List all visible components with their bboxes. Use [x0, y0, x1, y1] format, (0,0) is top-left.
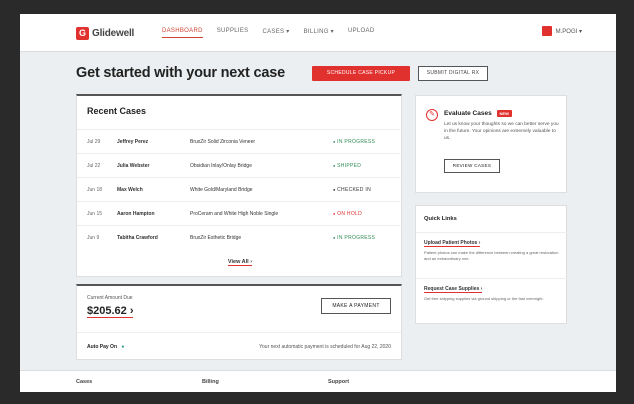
- case-status: IN PROGRESS: [333, 139, 375, 145]
- nav-dashboard[interactable]: DASHBOARD: [162, 28, 203, 38]
- amount-due-value[interactable]: $205.62 ›: [87, 305, 134, 318]
- submit-digital-rx-button[interactable]: SUBMIT DIGITAL RX: [418, 66, 488, 81]
- request-supplies-link[interactable]: Request Case Supplies ›: [424, 286, 483, 293]
- case-status: IN PROGRESS: [333, 235, 375, 241]
- top-navbar: G Glidewell DASHBOARD SUPPLIES CASES ▾ B…: [20, 14, 616, 52]
- nav-billing[interactable]: BILLING ▾: [304, 28, 334, 38]
- case-patient: Tabitha Crawford: [117, 235, 158, 241]
- case-status: CHECKED IN: [333, 187, 371, 193]
- footer-billing[interactable]: Billing: [202, 379, 219, 385]
- case-product: BruxZir Solid Zirconia Veneer: [190, 139, 256, 145]
- case-status: SHIPPED: [333, 163, 361, 169]
- logo-mark-icon: G: [76, 26, 89, 40]
- recent-cases-list: Jul 29 Jeffrey Perez BruxZir Solid Zirco…: [77, 129, 403, 249]
- main-nav: DASHBOARD SUPPLIES CASES ▾ BILLING ▾ UPL…: [162, 28, 374, 38]
- recent-cases-card: Recent Cases Jul 29 Jeffrey Perez BruxZi…: [76, 94, 403, 277]
- case-product: ProCeram and White High Noble Single: [190, 211, 279, 217]
- case-date: Jun 18: [87, 187, 103, 193]
- feedback-icon: ✎: [426, 109, 438, 121]
- case-row[interactable]: Jun 9 Tabitha Crawford BruxZir Esthetic …: [77, 225, 403, 249]
- footer: Cases Billing Support: [20, 370, 616, 392]
- view-all-link[interactable]: View All ›: [227, 259, 253, 266]
- recent-cases-title: Recent Cases: [87, 106, 147, 116]
- case-patient: Julia Webster: [117, 163, 150, 169]
- case-product: White Gold/Maryland Bridge: [190, 187, 253, 193]
- new-badge: NEW: [496, 110, 512, 117]
- quick-links-title: Quick Links: [424, 216, 457, 222]
- footer-support[interactable]: Support: [328, 379, 349, 385]
- evaluate-cases-title: Evaluate Cases NEW: [444, 110, 512, 117]
- evaluate-cases-card: ✎ Evaluate Cases NEW Let us know your th…: [415, 95, 567, 193]
- make-payment-button[interactable]: MAKE A PAYMENT: [321, 298, 391, 314]
- page-title: Get started with your next case: [76, 65, 285, 81]
- quick-link-description: Patient photos can make the difference b…: [424, 250, 559, 261]
- case-date: Jul 22: [87, 163, 101, 169]
- case-row[interactable]: Jul 22 Julia Webster Obsidian Inlay/Onla…: [77, 153, 403, 177]
- case-date: Jul 29: [87, 139, 101, 145]
- schedule-pickup-button[interactable]: SCHEDULE CASE PICKUP: [312, 66, 410, 81]
- autopay-status: Auto Pay On ●: [87, 344, 124, 350]
- case-date: Jun 9: [87, 235, 100, 241]
- evaluate-cases-text: Let us know your thoughts so we can bett…: [444, 122, 559, 141]
- quick-link-description: Get free shipping supplies via ground sh…: [424, 296, 544, 301]
- case-patient: Jeffrey Perez: [117, 139, 149, 145]
- logo[interactable]: G Glidewell: [76, 26, 134, 40]
- case-product: BruxZir Esthetic Bridge: [190, 235, 242, 241]
- user-flag-icon: [541, 26, 552, 36]
- case-product: Obsidian Inlay/Onlay Bridge: [190, 163, 252, 169]
- footer-cases[interactable]: Cases: [76, 379, 92, 385]
- case-date: Jun 15: [87, 211, 103, 217]
- screen: G Glidewell DASHBOARD SUPPLIES CASES ▾ B…: [20, 14, 616, 392]
- logo-text: Glidewell: [92, 27, 135, 39]
- quick-link-item: Upload Patient Photos › Patient photos c…: [416, 232, 568, 278]
- upload-photos-link[interactable]: Upload Patient Photos ›: [424, 240, 481, 247]
- user-name: M.POGI ▾: [555, 28, 582, 35]
- review-cases-button[interactable]: REVIEW CASES: [444, 159, 500, 173]
- view-all-link-wrap: View All ›: [77, 259, 403, 266]
- autopay-info-icon[interactable]: ●: [121, 344, 124, 350]
- nav-supplies[interactable]: SUPPLIES: [217, 28, 249, 38]
- nav-upload[interactable]: UPLOAD: [348, 28, 374, 38]
- quick-link-item: Request Case Supplies › Get free shippin…: [416, 278, 568, 324]
- amount-due-label: Current Amount Due: [87, 295, 133, 301]
- case-row[interactable]: Jul 29 Jeffrey Perez BruxZir Solid Zirco…: [77, 129, 403, 153]
- quick-links-card: Quick Links Upload Patient Photos › Pati…: [415, 205, 568, 324]
- autopay-note: Your next automatic payment is scheduled…: [259, 344, 391, 350]
- case-status: ON HOLD: [333, 211, 362, 217]
- nav-cases[interactable]: CASES ▾: [262, 28, 289, 38]
- case-row[interactable]: Jun 15 Aaron Hampton ProCeram and White …: [77, 201, 403, 225]
- autopay-label: Auto Pay On: [87, 344, 118, 350]
- case-patient: Max Welch: [117, 187, 143, 193]
- case-row[interactable]: Jun 18 Max Welch White Gold/Maryland Bri…: [77, 177, 403, 201]
- user-menu[interactable]: M.POGI ▾: [541, 26, 582, 36]
- amount-due-card: Current Amount Due $205.62 › MAKE A PAYM…: [76, 284, 402, 360]
- evaluate-cases-heading: Evaluate Cases: [444, 110, 492, 118]
- case-patient: Aaron Hampton: [117, 211, 155, 217]
- autopay-row: Auto Pay On ● Your next automatic paymen…: [77, 332, 401, 360]
